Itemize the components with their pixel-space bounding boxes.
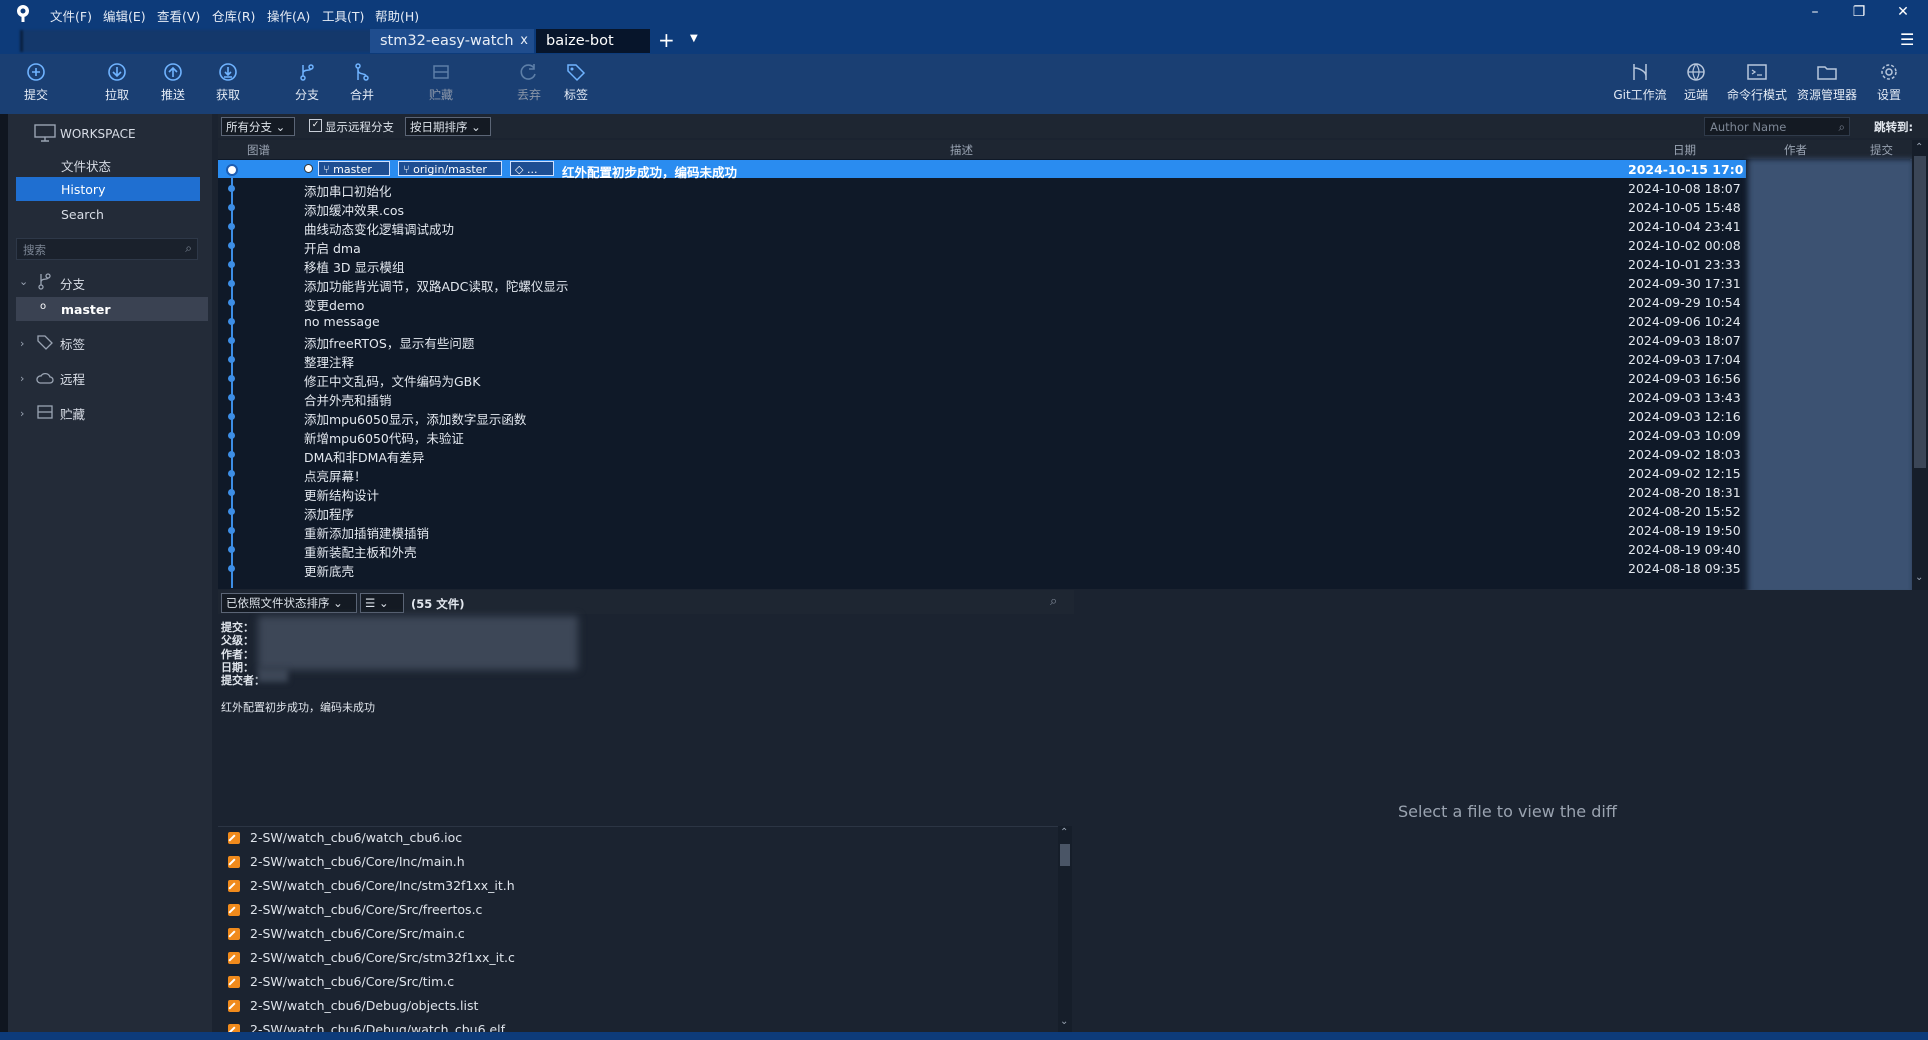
file-path: 2-SW/watch_cbu6/watch_cbu6.ioc	[250, 830, 463, 845]
file-row[interactable]: 2-SW/watch_cbu6/Core/Src/main.c	[228, 925, 1048, 945]
commit-list-scroll-thumb[interactable]	[1914, 156, 1926, 468]
commit-date: 2024-10-05 15:48	[1628, 200, 1741, 215]
file-rows: 2-SW/watch_cbu6/watch_cbu6.ioc 2-SW/watch…	[0, 0, 1058, 1032]
modified-file-icon	[228, 904, 240, 916]
file-row[interactable]: 2-SW/watch_cbu6/Debug/objects.list	[228, 997, 1048, 1017]
commit-date: 2024-09-03 13:43	[1628, 390, 1741, 405]
diff-placeholder: Select a file to view the diff	[1398, 802, 1617, 821]
commit-date: 2024-08-20 15:52	[1628, 504, 1741, 519]
file-row[interactable]: 2-SW/watch_cbu6/Debug/watch_cbu6.elf	[228, 1021, 1048, 1032]
file-list-scroll-thumb[interactable]	[1060, 844, 1070, 866]
file-path: 2-SW/watch_cbu6/Core/Inc/stm32f1xx_it.h	[250, 878, 515, 893]
commit-date: 2024-08-18 09:35	[1628, 561, 1741, 576]
commit-date: 2024-09-03 18:07	[1628, 333, 1741, 348]
modified-file-icon	[228, 880, 240, 892]
file-path: 2-SW/watch_cbu6/Core/Src/main.c	[250, 926, 465, 941]
file-path: 2-SW/watch_cbu6/Debug/watch_cbu6.elf	[250, 1022, 506, 1032]
file-row[interactable]: 2-SW/watch_cbu6/Core/Src/stm32f1xx_it.c	[228, 949, 1048, 969]
commit-date: 2024-10-04 23:41	[1628, 219, 1741, 234]
commit-date: 2024-08-19 09:40	[1628, 542, 1741, 557]
commit-date: 2024-10-02 00:08	[1628, 238, 1741, 253]
modified-file-icon	[228, 1024, 240, 1032]
scroll-up-icon[interactable]: ⌃	[1915, 142, 1923, 153]
blurred-authors	[1748, 159, 1914, 595]
file-row[interactable]: 2-SW/watch_cbu6/Core/Inc/stm32f1xx_it.h	[228, 877, 1048, 897]
commit-date: 2024-10-01 23:33	[1628, 257, 1741, 272]
scroll-down-icon[interactable]: ⌄	[1060, 1016, 1068, 1027]
file-path: 2-SW/watch_cbu6/Core/Src/tim.c	[250, 974, 455, 989]
file-row[interactable]: 2-SW/watch_cbu6/Core/Inc/main.h	[228, 853, 1048, 873]
scroll-up-icon[interactable]: ⌃	[1060, 827, 1068, 838]
commit-date: 2024-10-08 18:07	[1628, 181, 1741, 196]
commit-date: 2024-09-03 10:09	[1628, 428, 1741, 443]
scroll-down-icon[interactable]: ⌄	[1915, 572, 1923, 583]
commit-date: 2024-09-03 16:56	[1628, 371, 1741, 386]
commit-date: 2024-09-29 10:54	[1628, 295, 1741, 310]
modified-file-icon	[228, 856, 240, 868]
modified-file-icon	[228, 832, 240, 844]
modified-file-icon	[228, 976, 240, 988]
modified-file-icon	[228, 952, 240, 964]
commit-date: 2024-09-30 17:31	[1628, 276, 1741, 291]
commit-date: 2024-09-06 10:24	[1628, 314, 1741, 329]
status-strip	[0, 1032, 1928, 1040]
file-path: 2-SW/watch_cbu6/Core/Src/stm32f1xx_it.c	[250, 950, 515, 965]
commit-date: 2024-08-19 19:50	[1628, 523, 1741, 538]
file-path: 2-SW/watch_cbu6/Core/Inc/main.h	[250, 854, 465, 869]
commit-date: 2024-09-03 12:16	[1628, 409, 1741, 424]
file-row[interactable]: 2-SW/watch_cbu6/Core/Src/tim.c	[228, 973, 1048, 993]
commit-date: 2024-09-02 18:03	[1628, 447, 1741, 462]
file-path: 2-SW/watch_cbu6/Debug/objects.list	[250, 998, 479, 1013]
commit-date: 2024-09-03 17:04	[1628, 352, 1741, 367]
commit-date: 2024-09-02 12:15	[1628, 466, 1741, 481]
file-path: 2-SW/watch_cbu6/Core/Src/freertos.c	[250, 902, 483, 917]
modified-file-icon	[228, 928, 240, 940]
file-row[interactable]: 2-SW/watch_cbu6/Core/Src/freertos.c	[228, 901, 1048, 921]
commit-date: 2024-08-20 18:31	[1628, 485, 1741, 500]
modified-file-icon	[228, 1000, 240, 1012]
file-row[interactable]: 2-SW/watch_cbu6/watch_cbu6.ioc	[228, 829, 1048, 849]
